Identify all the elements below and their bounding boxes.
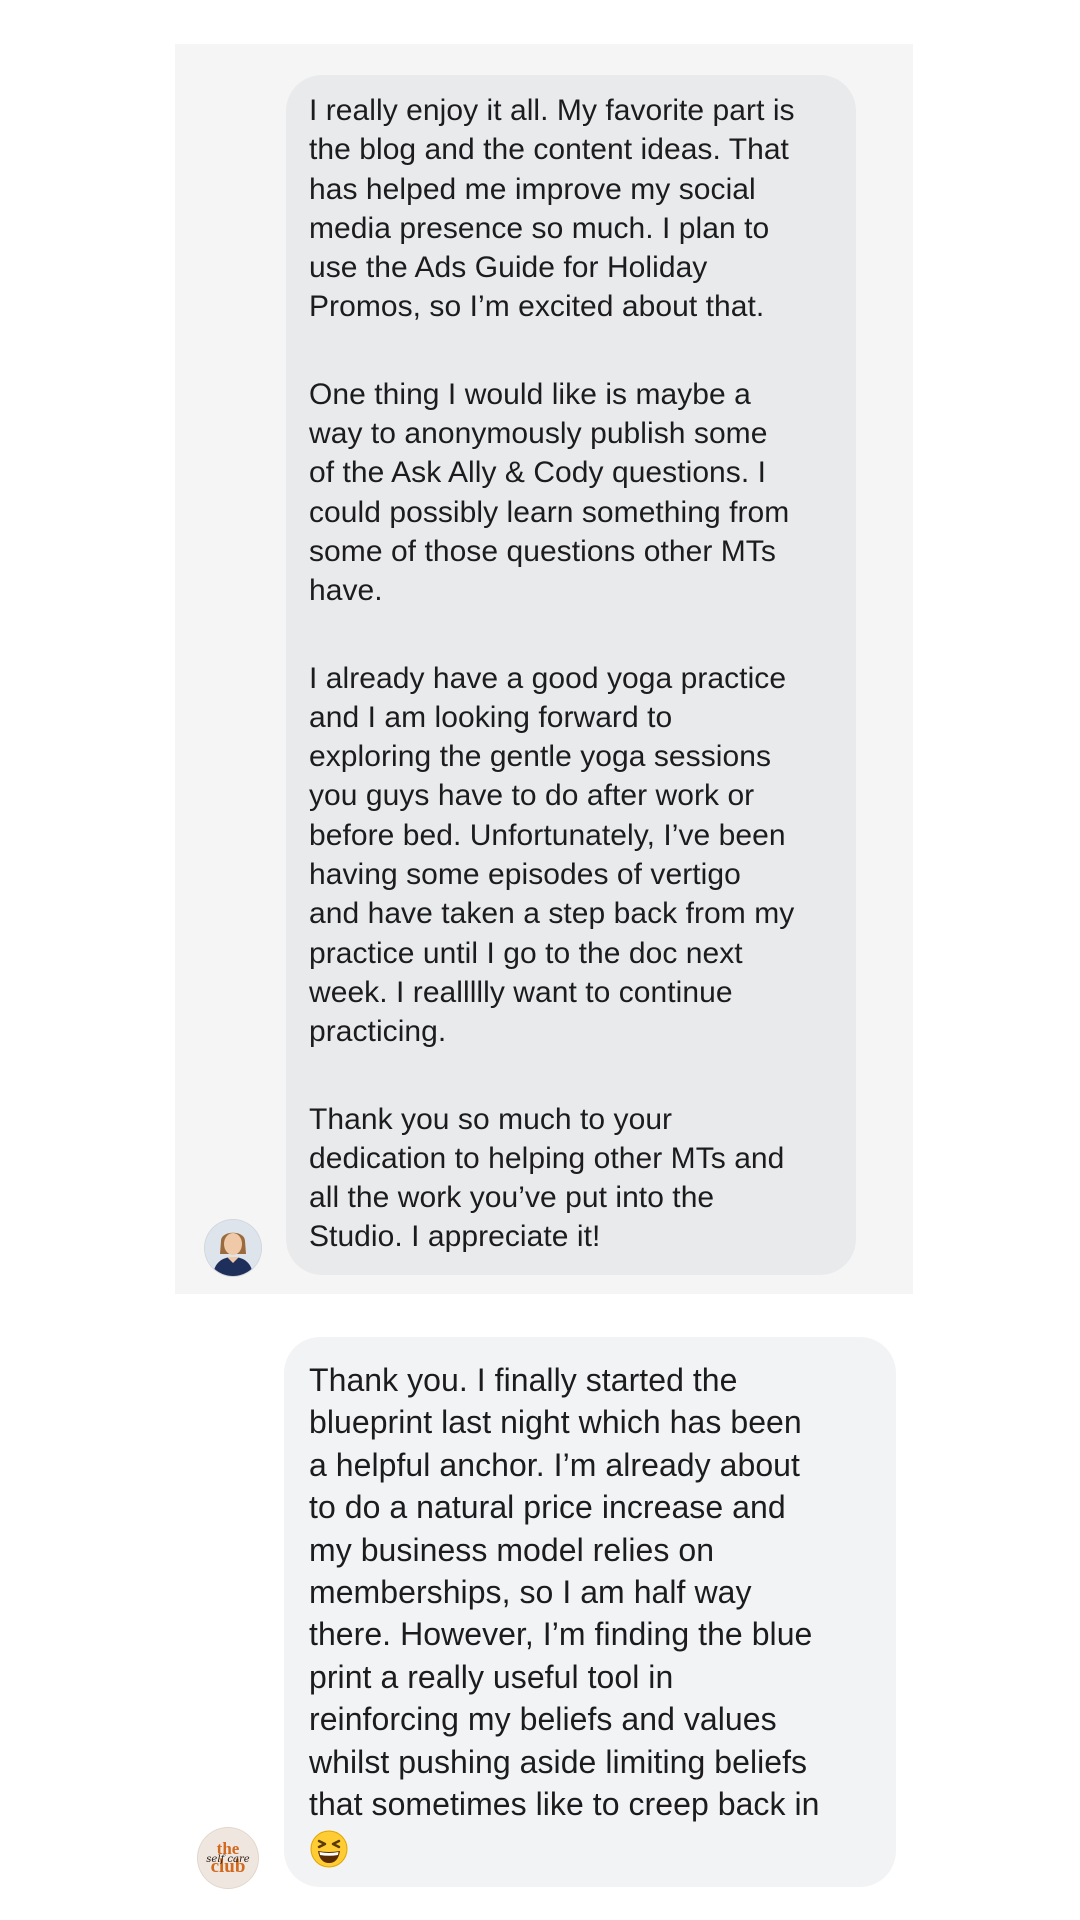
grinning-squinting-face-icon <box>310 1830 348 1868</box>
logo-icon: the club self care <box>198 1828 258 1888</box>
message-bubble-2[interactable]: Thank you. I finally started the bluepri… <box>284 1337 896 1887</box>
svg-text:self care: self care <box>206 1854 249 1865</box>
person-avatar-icon <box>205 1220 261 1276</box>
message-thread: I really enjoy it all. My favorite part … <box>0 0 1080 1920</box>
message-paragraph: I already have a good yoga practice and … <box>309 661 795 1049</box>
message-paragraph: Thank you so much to your dedication to … <box>309 1102 785 1254</box>
message-paragraph: One thing I would like is maybe a way to… <box>309 377 790 608</box>
the-self-care-club-logo[interactable]: the club self care <box>198 1828 258 1888</box>
person-avatar[interactable] <box>205 1220 261 1276</box>
message-bubble-1[interactable]: I really enjoy it all. My favorite part … <box>286 75 856 1275</box>
message-paragraph: Thank you. I finally started the bluepri… <box>309 1362 820 1823</box>
message-paragraph: I really enjoy it all. My favorite part … <box>309 94 795 324</box>
